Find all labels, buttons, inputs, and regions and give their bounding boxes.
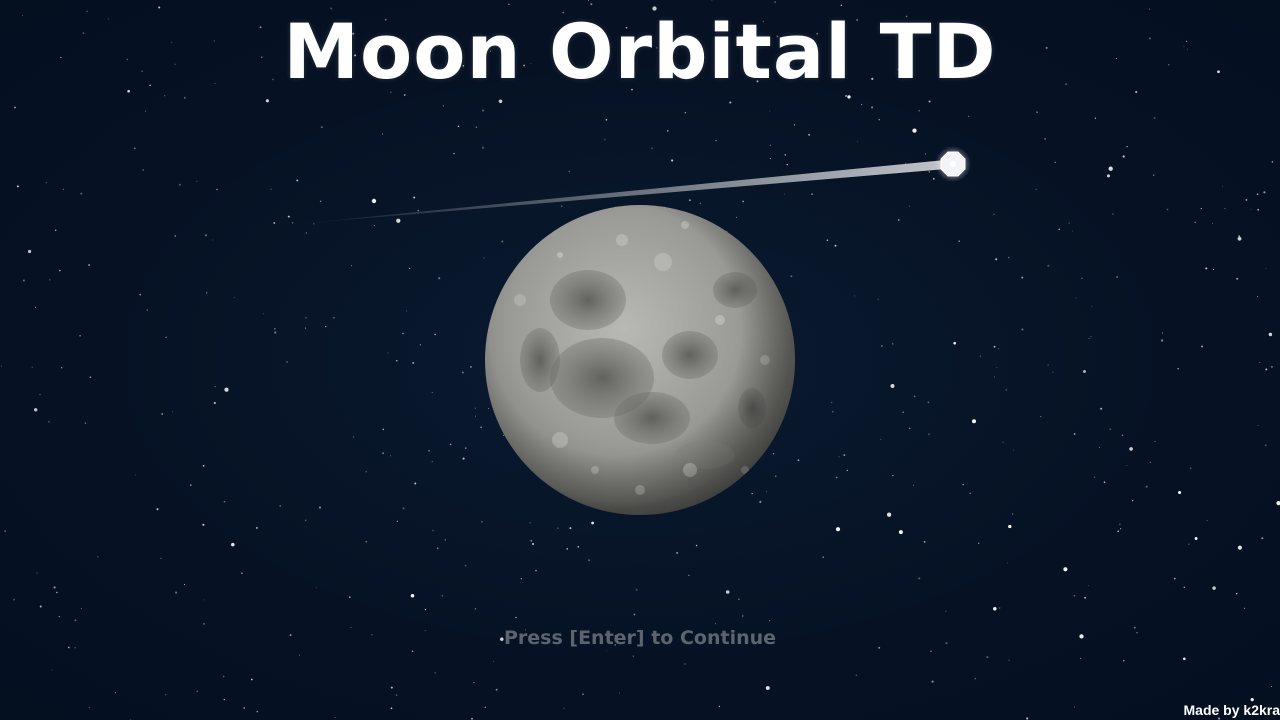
continue-prompt[interactable]: Press [Enter] to Continue	[0, 626, 1280, 650]
orbit-scene	[285, 146, 971, 515]
author-credit: Made by k2kra	[1183, 702, 1280, 718]
moon-icon	[485, 205, 795, 515]
title-screen: Moon Orbital TD Press [Enter] to Continu…	[0, 0, 1280, 720]
satellite-icon	[935, 146, 971, 182]
game-title: Moon Orbital TD	[283, 7, 997, 96]
